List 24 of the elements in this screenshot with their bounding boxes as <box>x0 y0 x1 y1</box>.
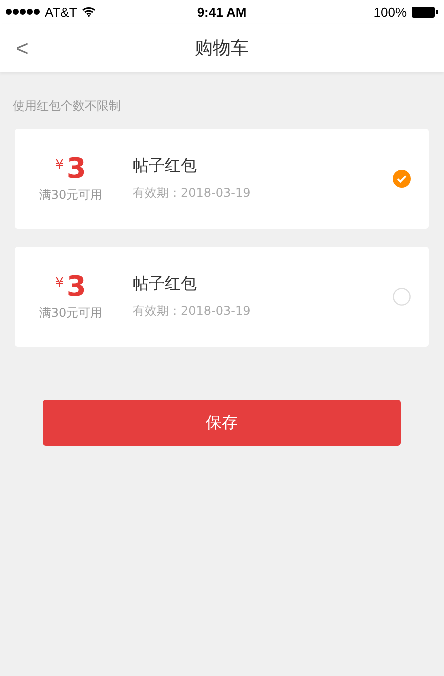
battery-text: 100% <box>374 4 407 20</box>
condition-text: 满30元可用 <box>39 304 103 322</box>
amount-text: 3 <box>66 272 86 303</box>
back-button[interactable]: < <box>10 34 35 64</box>
radio-icon[interactable] <box>393 288 411 306</box>
coupon-card[interactable]: ¥3 满30元可用 帖子红包 有效期：2018-03-19 <box>15 129 429 229</box>
page-title: 购物车 <box>195 37 249 60</box>
validity-text: 有效期：2018-03-19 <box>133 185 252 202</box>
battery-icon <box>412 6 438 18</box>
coupon-name: 帖子红包 <box>133 274 198 295</box>
currency-text: ¥ <box>56 276 64 292</box>
wifi-icon <box>82 7 96 17</box>
amount-text: 3 <box>66 154 86 185</box>
save-button[interactable]: 保存 <box>43 400 401 446</box>
validity-text: 有效期：2018-03-19 <box>133 303 252 320</box>
currency-text: ¥ <box>56 158 64 174</box>
hint-text: 使用红包个数不限制 <box>12 98 122 115</box>
carrier-text: AT&T <box>45 4 78 20</box>
clock-text: 9:41 AM <box>197 4 247 20</box>
coupon-name: 帖子红包 <box>133 156 198 177</box>
signal-icon <box>6 9 40 15</box>
checked-radio-icon[interactable] <box>393 170 411 188</box>
coupon-card[interactable]: ¥3 满30元可用 帖子红包 有效期：2018-03-19 <box>15 247 429 347</box>
condition-text: 满30元可用 <box>39 186 103 204</box>
